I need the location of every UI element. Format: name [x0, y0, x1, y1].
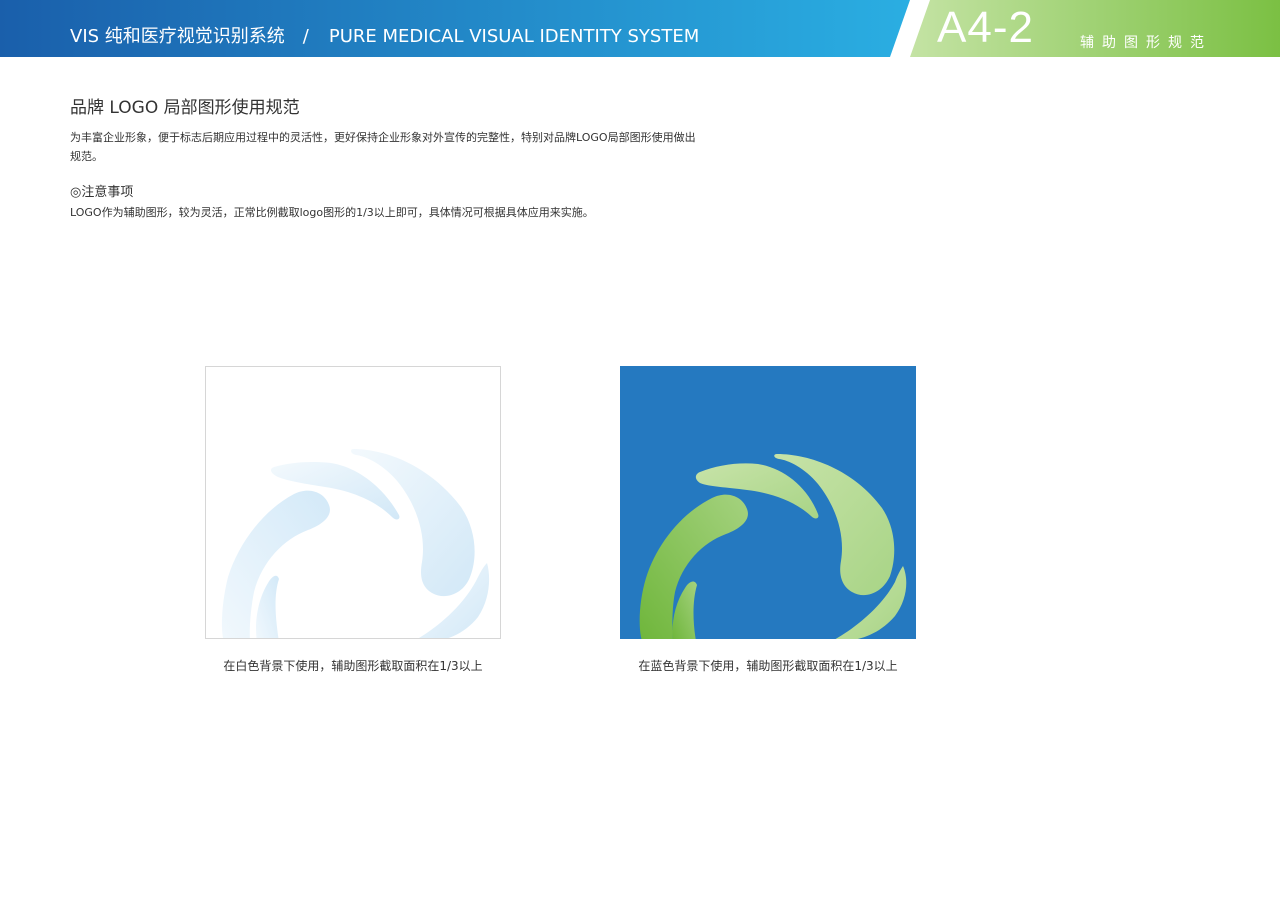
- page-description: 为丰富企业形象，便于标志后期应用过程中的灵活性，更好保持企业形象对外宣传的完整性…: [70, 131, 696, 163]
- notice-title: ◎注意事项: [70, 185, 134, 200]
- header-system-en: PURE MEDICAL VISUAL IDENTITY SYSTEM: [328, 26, 700, 47]
- blue-background-example: [620, 366, 916, 639]
- white-background-example: [205, 366, 501, 639]
- header-separator: /: [302, 26, 309, 47]
- section-name: 辅助图形规范: [1080, 35, 1212, 51]
- white-example-caption: 在白色背景下使用，辅助图形截取面积在1/3以上: [223, 659, 483, 673]
- header-system-title: VIS 纯和医疗视觉识别系统 / PURE MEDICAL VISUAL IDENT…: [70, 22, 699, 48]
- logo-fragment-green: [639, 454, 907, 639]
- header-system-cn: VIS 纯和医疗视觉识别系统: [70, 26, 285, 47]
- logo-fragment-light-blue: [221, 449, 490, 638]
- page-header: VIS 纯和医疗视觉识别系统 / PURE MEDICAL VISUAL IDENT…: [0, 0, 1280, 57]
- page-title: 品牌 LOGO 局部图形使用规范: [70, 98, 300, 118]
- blue-example-caption: 在蓝色背景下使用，辅助图形截取面积在1/3以上: [638, 659, 898, 673]
- page-code: A4-2: [937, 3, 1034, 52]
- notice-text: LOGO作为辅助图形，较为灵活，正常比例截取logo图形的1/3以上即可，具体情…: [70, 206, 594, 219]
